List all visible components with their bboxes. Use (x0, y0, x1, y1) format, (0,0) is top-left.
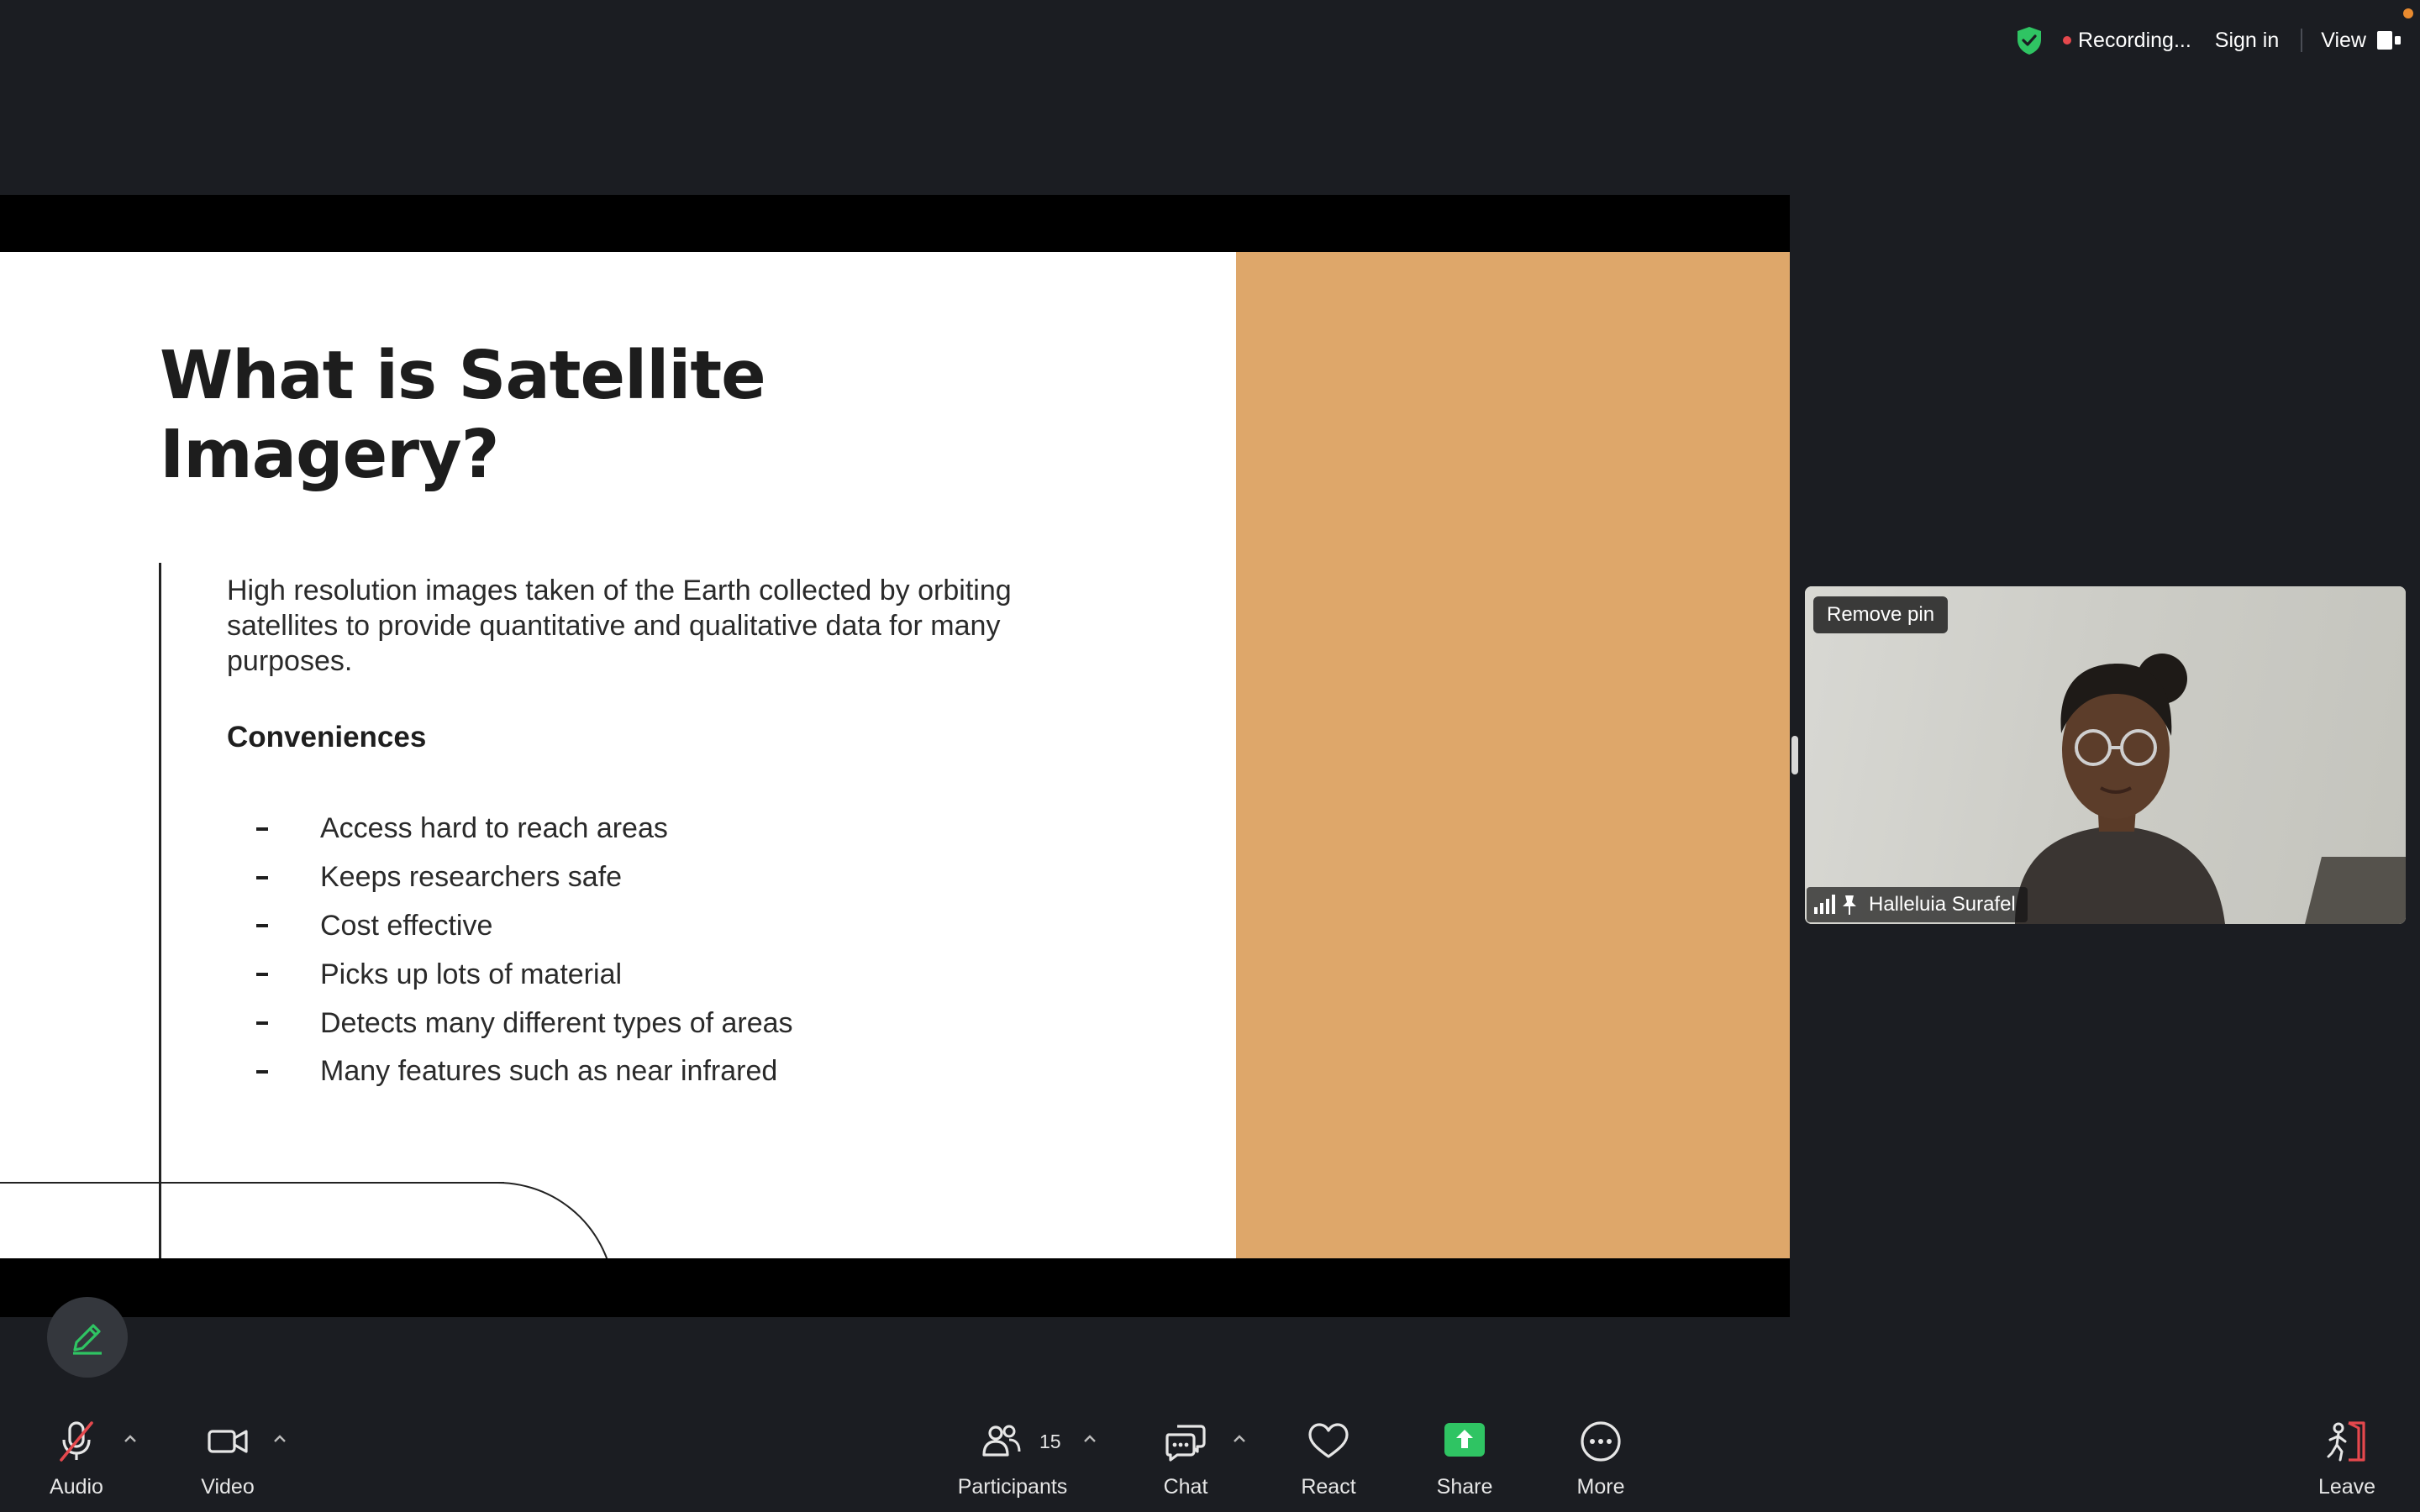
camera-icon (208, 1430, 248, 1453)
audio-options-chevron-icon[interactable] (122, 1433, 139, 1445)
more-button[interactable]: More (1570, 1418, 1632, 1499)
participants-icon (982, 1425, 1021, 1457)
bullet-dash (256, 875, 268, 879)
bullet-dash (256, 973, 268, 977)
react-button[interactable]: React (1294, 1418, 1363, 1499)
shared-screen: What is Satellite Imagery? High resoluti… (0, 195, 1790, 1317)
bullet-dash (256, 1069, 268, 1074)
divider (2301, 29, 2303, 52)
shield-check-icon[interactable] (2014, 25, 2044, 55)
participant-name: Halleluia Surafel (1869, 893, 2016, 916)
bullet-dash (256, 1021, 268, 1026)
slide-vertical-rule (159, 563, 161, 1258)
bullet-text: Access hard to reach areas (320, 812, 668, 845)
slide-horizontal-rule (0, 1182, 504, 1184)
more-icon (1581, 1421, 1621, 1462)
signal-icon (1814, 895, 1835, 914)
sign-in-link[interactable]: Sign in (2215, 29, 2279, 53)
recording-status[interactable]: Recording... (2078, 29, 2191, 53)
list-item: Access hard to reach areas (256, 805, 793, 853)
status-indicator-dot (2403, 8, 2413, 18)
video-label: Video (201, 1475, 255, 1499)
participants-label: Participants (957, 1475, 1068, 1499)
list-item: Cost effective (256, 902, 793, 951)
view-layout-icon (2377, 31, 2401, 50)
more-label: More (1576, 1475, 1625, 1499)
chat-label: Chat (1163, 1475, 1208, 1499)
slide-accent-panel (1236, 252, 1790, 1258)
leave-label: Leave (2317, 1475, 2376, 1499)
heart-icon (1308, 1423, 1349, 1458)
remove-pin-button[interactable]: Remove pin (1813, 596, 1949, 633)
bullet-dash (256, 924, 268, 928)
panel-resize-handle[interactable] (1791, 736, 1798, 774)
recording-dot-icon (2063, 36, 2071, 45)
participant-name-bar: Halleluia Surafel (1807, 887, 2028, 922)
microphone-muted-icon (60, 1421, 93, 1462)
bullet-text: Keeps researchers safe (320, 861, 623, 894)
leave-icon (2327, 1421, 2365, 1462)
slide-title: What is Satellite Imagery? (160, 337, 766, 493)
bullet-text: Cost effective (320, 909, 493, 942)
bullet-text: Picks up lots of material (320, 958, 623, 990)
chat-button[interactable]: Chat (1151, 1418, 1220, 1499)
leave-button[interactable]: Leave (2316, 1418, 2378, 1499)
list-item: Many features such as near infrared (256, 1047, 793, 1096)
view-label: View (2321, 28, 2366, 52)
audio-button[interactable]: Audio (45, 1418, 108, 1499)
react-label: React (1301, 1475, 1356, 1499)
bullet-text: Many features such as near infrared (320, 1055, 778, 1088)
bullet-list: Access hard to reach areas Keeps researc… (256, 805, 793, 1096)
top-bar: Recording... Sign in View (2014, 17, 2402, 64)
annotate-button[interactable] (47, 1297, 128, 1378)
list-item: Picks up lots of material (256, 950, 793, 999)
pencil-icon (73, 1324, 102, 1355)
presentation-slide: What is Satellite Imagery? High resoluti… (0, 252, 1790, 1258)
slide-description: High resolution images taken of the Eart… (227, 575, 1012, 677)
video-options-chevron-icon[interactable] (271, 1433, 288, 1445)
share-screen-icon (1444, 1423, 1485, 1457)
participant-video-tile[interactable]: Remove pin Halleluia Surafel (1805, 586, 2406, 924)
list-item: Detects many different types of areas (256, 999, 793, 1047)
bullet-text: Detects many different types of areas (320, 1006, 793, 1039)
meeting-window: Recording... Sign in View What is Satell… (0, 0, 2420, 1512)
share-button[interactable]: Share (1431, 1418, 1498, 1499)
chat-icon (1165, 1425, 1206, 1462)
audio-label: Audio (50, 1475, 103, 1499)
slide-arc-decoration (445, 1182, 615, 1258)
list-item: Keeps researchers safe (256, 853, 793, 902)
slide-subheading: Conveniences (227, 721, 427, 753)
participants-count: 15 (1039, 1431, 1061, 1452)
participant-video-feed (2015, 654, 2225, 924)
bullet-dash (256, 827, 268, 831)
pin-icon (1843, 895, 1856, 915)
chat-options-chevron-icon[interactable] (1231, 1433, 1248, 1445)
video-button[interactable]: Video (197, 1418, 259, 1499)
view-button[interactable]: View (2321, 29, 2402, 53)
share-label: Share (1436, 1475, 1493, 1499)
participants-options-chevron-icon[interactable] (1081, 1433, 1098, 1445)
